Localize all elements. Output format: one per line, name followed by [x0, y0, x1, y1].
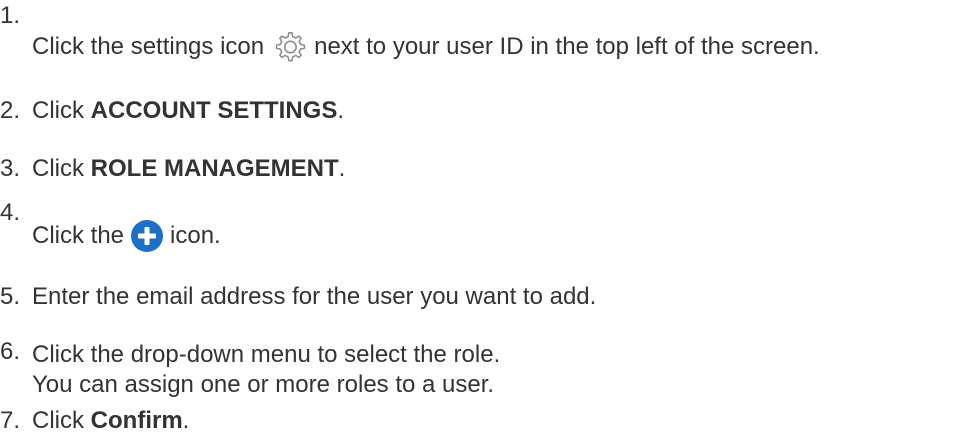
step-6-number: 6.	[0, 338, 21, 365]
step-7-bold: Confirm	[90, 407, 183, 434]
step-1-before: Click the settings icon	[32, 33, 265, 60]
step-4-after: icon.	[170, 222, 221, 249]
gear-icon	[275, 31, 306, 62]
step-2-after: .	[337, 97, 345, 124]
step-7-before: Click	[32, 407, 91, 434]
step-2-before: Click	[32, 97, 91, 124]
step-4-text: Click the icon.	[32, 218, 221, 254]
step-7-after: .	[182, 407, 190, 434]
step-3-before: Click	[32, 155, 91, 182]
step-1-text: Click the settings icon next to your use…	[32, 27, 820, 67]
step-6-text: Click the drop-down menu to select the r…	[32, 341, 501, 368]
step-3-bold: ROLE MANAGEMENT	[90, 155, 339, 182]
step-4-before: Click the	[32, 222, 125, 249]
step-5-text: Enter the email address for the user you…	[32, 283, 597, 310]
step-1-after: next to your user ID in the top left of …	[314, 33, 820, 60]
step-3-number: 3.	[0, 155, 21, 182]
step-4-number: 4.	[0, 199, 21, 226]
step-3-after: .	[338, 155, 346, 182]
plus-circle-icon	[131, 220, 164, 252]
step-7-text: Click Confirm .	[32, 409, 189, 433]
step-2-text: Click ACCOUNT SETTINGS .	[32, 99, 344, 123]
step-3-text: Click ROLE MANAGEMENT .	[32, 157, 345, 181]
step-2-bold: ACCOUNT SETTINGS	[90, 97, 338, 124]
step-1-number: 1.	[0, 2, 21, 29]
step-7-number: 7.	[0, 407, 21, 434]
step-2-number: 2.	[0, 97, 21, 124]
step-5-number: 5.	[0, 283, 21, 310]
step-6-subtext: You can assign one or more roles to a us…	[32, 371, 495, 398]
